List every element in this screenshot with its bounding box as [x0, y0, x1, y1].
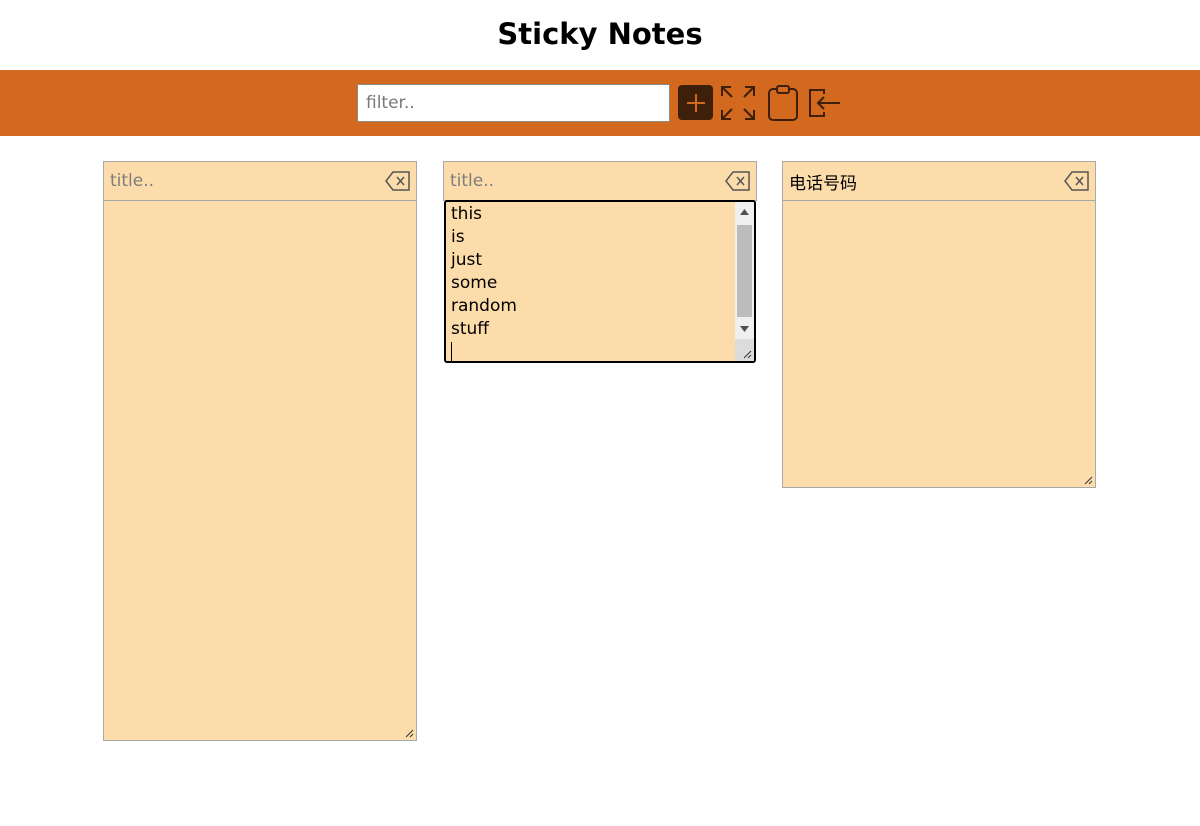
resize-handle-icon[interactable] — [404, 728, 414, 738]
backspace-icon — [1064, 171, 1089, 191]
add-note-button[interactable] — [678, 85, 713, 120]
clipboard-icon — [768, 85, 798, 121]
text-caret — [451, 342, 452, 361]
clipboard-button[interactable] — [765, 85, 801, 121]
note-line: some — [451, 273, 498, 293]
expand-button[interactable] — [720, 85, 756, 121]
delete-note-button[interactable] — [724, 168, 752, 194]
scroll-down-arrow-icon[interactable] — [735, 319, 754, 339]
toolbar — [0, 70, 1200, 136]
note-header — [104, 162, 416, 201]
vertical-scrollbar[interactable] — [735, 202, 754, 361]
note-title-input[interactable] — [783, 162, 1053, 200]
note-body-textarea[interactable] — [104, 201, 416, 740]
note-card — [782, 161, 1096, 488]
note-line: stuff — [451, 319, 490, 339]
note-title-input[interactable] — [444, 162, 714, 200]
delete-note-button[interactable] — [1063, 168, 1091, 194]
sticky-notes-app: Sticky Notes filter.. title.. title.. th… — [0, 0, 1200, 826]
note-body-text: this is just some random stuff — [451, 203, 517, 361]
expand-icon — [721, 86, 755, 120]
note-line: random — [451, 296, 517, 316]
scroll-thumb[interactable] — [737, 225, 752, 317]
note-title-input[interactable] — [104, 162, 374, 200]
import-icon — [809, 89, 840, 117]
note-body-textarea[interactable]: this is just some random stuff — [444, 200, 756, 363]
resize-handle-icon[interactable] — [1083, 475, 1093, 485]
page-title: Sticky Notes — [497, 17, 703, 51]
note-line: just — [451, 250, 483, 270]
note-header — [444, 162, 756, 201]
note-line: this — [451, 204, 483, 224]
backspace-icon — [725, 171, 750, 191]
note-header — [783, 162, 1095, 201]
plus-icon — [686, 93, 705, 112]
delete-note-button[interactable] — [384, 168, 412, 194]
filter-input[interactable] — [357, 84, 670, 122]
note-card — [103, 161, 417, 741]
scroll-up-arrow-icon[interactable] — [735, 202, 754, 222]
note-card — [443, 161, 757, 201]
backspace-icon — [385, 171, 410, 191]
resize-handle-icon[interactable] — [742, 349, 752, 359]
note-line: is — [451, 227, 465, 247]
note-body-textarea[interactable] — [783, 201, 1095, 487]
import-button[interactable] — [806, 85, 842, 121]
